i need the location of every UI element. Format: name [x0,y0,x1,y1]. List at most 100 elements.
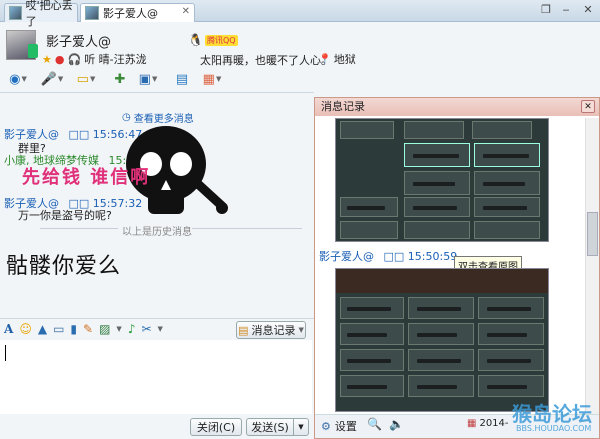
close-window-button[interactable]: ✕ [580,3,596,17]
rifle-graphic [487,333,527,337]
music-share-icon[interactable]: ♪ [128,322,136,336]
weapon-slot [408,323,474,345]
header-divider [0,92,314,93]
close-icon: ✕ [584,102,592,112]
location-text: 地狱 [333,53,356,66]
history-icon: ▤ [238,323,249,337]
weapon-slot [474,143,540,167]
handwriting-icon[interactable]: ✎ [83,322,93,336]
magic-expression-icon[interactable]: ▲ [38,322,47,336]
search-icon[interactable]: 🔍 [367,417,382,431]
rifle-graphic [487,359,531,363]
voice-call-button[interactable]: 🎤 ▼ [40,70,64,88]
apps-button[interactable]: ▦ ▼ [200,70,224,88]
game-banner [336,269,548,293]
scrollbar-thumb[interactable] [587,212,598,256]
penguin-icon: 🐧 [188,33,203,47]
video-call-button[interactable]: ◉ ▼ [6,70,30,88]
qzone-icon[interactable]: ● [55,53,65,66]
screenshot-icon[interactable]: ✂ [141,322,151,336]
contact-thumbnail [9,6,22,20]
rifle-graphic [483,182,525,186]
weapon-slot [408,349,474,371]
contact-nickname[interactable]: 影子爱人@ [46,31,111,50]
share-screen-button[interactable]: ▤ [170,70,194,88]
chevron-down-icon[interactable]: ▼ [158,325,163,333]
rifle-graphic [347,385,387,389]
send-image-icon[interactable]: ▨ [99,322,110,336]
weapon-slot [474,171,540,195]
chevron-down-icon: ▼ [89,75,96,83]
voice-message-icon[interactable]: ▮ [70,322,77,336]
weapon-slot [478,375,544,397]
headphones-icon: 🎧 [67,52,82,66]
date-label: 2014- [479,418,509,429]
font-icon[interactable]: A [4,322,13,336]
camera-icon: ◉ [9,71,21,87]
image-thumbnail[interactable] [335,268,549,412]
folder-icon: ▭ [76,71,89,87]
chevron-down-icon: ▼ [57,75,64,83]
chevron-down-icon: ▼ [151,75,158,83]
window-shake-icon[interactable]: ▭ [53,322,64,336]
rifle-graphic [487,385,527,389]
tab-conversation-1[interactable]: 哎'把心丢了 [4,0,78,28]
microphone-icon: 🎤 [40,71,57,87]
weapon-slot [474,221,540,239]
close-tab-icon[interactable]: ✕ [182,6,190,17]
settings-button[interactable]: ⚙ 设置 [321,418,357,434]
rifle-graphic [417,359,461,363]
history-divider-label: 以上是历史消息 [122,227,192,238]
location-pin-icon: 📍 [318,52,332,66]
weapon-slot [404,121,464,139]
close-panel-button[interactable]: ✕ [581,100,595,113]
rifle-graphic [347,307,391,311]
weapon-slot [404,197,470,217]
image-thumbnail[interactable] [335,118,549,242]
weapon-slot [340,221,398,239]
rifle-graphic [413,182,455,186]
music-status[interactable]: 听 晴-汪苏泷 [84,51,146,67]
weapon-slot [340,323,404,345]
apps-grid-icon: ▦ [202,71,215,87]
level-badge-label: 腾讯QQ [204,34,238,46]
history-message-header: 影子爱人@ □□ 15:50:59 [319,248,457,264]
speaker-icon[interactable]: 🔈 [389,417,404,431]
tab-label: 影子爱人@ [103,7,158,20]
remote-assist-button[interactable]: ▣ ▼ [136,70,160,88]
message-history-panel: 消息记录 ✕ 影子爱人@ □□ 15:50:59 双击查看原图 [314,97,600,439]
panel-title-bar: 消息记录 [315,98,599,116]
minimize-button[interactable]: ‒ [558,3,574,17]
restore-button[interactable]: ❐ [538,3,554,17]
gear-icon: ⚙ [321,419,331,433]
date-picker[interactable]: ▦ 2014- [467,418,509,429]
add-contact-icon: ✚ [114,71,126,87]
rifle-graphic [483,206,527,210]
message-input[interactable] [0,340,312,414]
screen-icon: ▤ [175,71,189,87]
tab-label: 哎'把心丢了 [25,0,73,28]
weapon-slot [404,171,470,195]
weapon-slot [340,375,404,397]
rifle-graphic [347,333,387,337]
close-button[interactable]: 关闭(C) [190,418,242,436]
emoji-icon[interactable]: ☺ [19,322,32,336]
rifle-graphic [413,154,459,158]
weapon-slot [478,297,544,319]
scrollbar[interactable] [585,118,599,414]
chevron-down-icon: ▼ [298,326,304,334]
weapon-slot [408,375,474,397]
message-sender[interactable]: 影子爱人@ [319,250,374,263]
weapon-slot [478,349,544,371]
send-button[interactable]: 发送(S) [246,418,294,436]
message-history-button[interactable]: ▤ 消息记录 ▼ [236,321,306,339]
create-discussion-button[interactable]: ✚ [108,70,132,88]
tab-conversation-2[interactable]: 影子爱人@ ✕ [80,3,195,22]
weapon-slot [478,323,544,345]
divider-line [192,228,302,229]
chevron-down-icon[interactable]: ▼ [116,325,121,333]
contact-thumbnail [85,6,99,20]
handwriting-message: 骷髅你爱么 [6,254,122,279]
send-file-button[interactable]: ▭ ▼ [74,70,98,88]
send-options-button[interactable]: ▼ [293,418,309,436]
